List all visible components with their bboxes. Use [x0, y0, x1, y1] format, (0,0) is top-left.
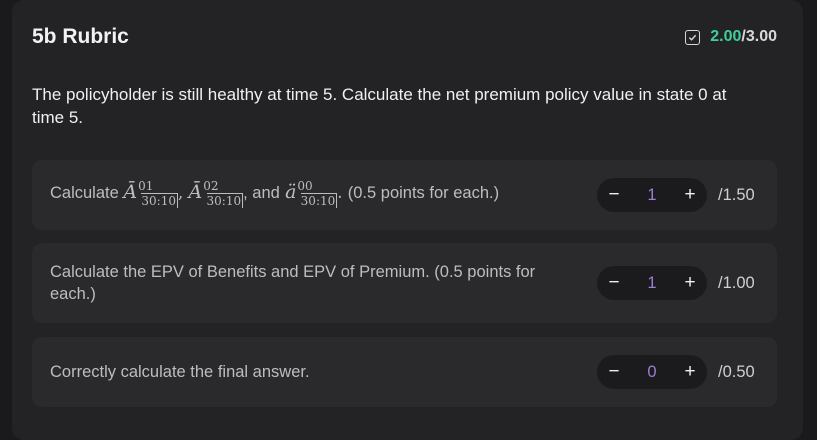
- score-summary: 2.00 /3.00: [685, 28, 777, 46]
- math-symbol: Ā: [123, 181, 138, 203]
- math-sup: 02: [203, 179, 219, 193]
- item-text-prefix: Calculate: [50, 184, 119, 202]
- math-sep: ,: [178, 183, 184, 202]
- question-prompt: The policyholder is still healthy at tim…: [32, 85, 727, 127]
- math-symbol: Ā: [188, 181, 203, 203]
- rubric-item-text: Correctly calculate the final answer.: [50, 363, 310, 381]
- item-max-points: /1.00: [718, 274, 755, 292]
- decrement-button[interactable]: −: [603, 361, 625, 383]
- rubric-item: Calculate the EPV of Benefits and EPV of…: [32, 243, 777, 323]
- score-earned: 2.00: [710, 28, 742, 45]
- score-total: /3.00: [741, 28, 777, 45]
- increment-button[interactable]: +: [679, 184, 701, 206]
- stepper-value: 1: [647, 273, 657, 292]
- increment-button[interactable]: +: [679, 361, 701, 383]
- rubric-item-text: Calculate the EPV of Benefits and EPV of…: [50, 263, 536, 303]
- math-sub-text: 30:10: [141, 193, 178, 208]
- item-max-points: /0.50: [718, 363, 755, 381]
- decrement-button[interactable]: −: [603, 184, 625, 206]
- math-sep: , and: [243, 184, 280, 202]
- rubric-panel: 5b Rubric 2.00 /3.00 The policyholder is…: [12, 0, 803, 440]
- increment-button[interactable]: +: [679, 272, 701, 294]
- math-sup: 01: [138, 179, 154, 193]
- math-sub-text: 30:10: [300, 193, 338, 208]
- stepper-value: 1: [647, 185, 657, 204]
- math-sub: 30:10: [300, 193, 338, 208]
- score-stepper: − 1 +: [597, 266, 707, 300]
- rubric-item-text: Calculate Ā0130:10, Ā0230:10, and ä0030:…: [50, 179, 550, 208]
- rubric-header: 5b Rubric 2.00 /3.00: [32, 22, 777, 52]
- math-sub-text: 30:10: [206, 193, 244, 208]
- decrement-button[interactable]: −: [603, 272, 625, 294]
- score-stepper: − 0 +: [597, 355, 707, 389]
- score-stepper: − 1 +: [597, 178, 707, 212]
- math-expression: Ā0130:10, Ā0230:10, and ä0030:10.: [123, 179, 347, 208]
- item-max-points: /1.50: [718, 186, 755, 204]
- math-sep: .: [337, 183, 343, 202]
- item-text-suffix: (0.5 points for each.): [347, 184, 500, 202]
- math-sub: 30:10: [141, 193, 178, 208]
- checkbox-check-icon: [685, 29, 701, 45]
- rubric-item: Correctly calculate the final answer. − …: [32, 337, 777, 407]
- stepper-value: 0: [647, 362, 657, 381]
- math-sup: 00: [297, 179, 313, 193]
- rubric-item: Calculate Ā0130:10, Ā0230:10, and ä0030:…: [32, 160, 777, 230]
- math-symbol: ä: [285, 181, 297, 203]
- math-sub: 30:10: [206, 193, 244, 208]
- rubric-title: 5b Rubric: [32, 25, 129, 48]
